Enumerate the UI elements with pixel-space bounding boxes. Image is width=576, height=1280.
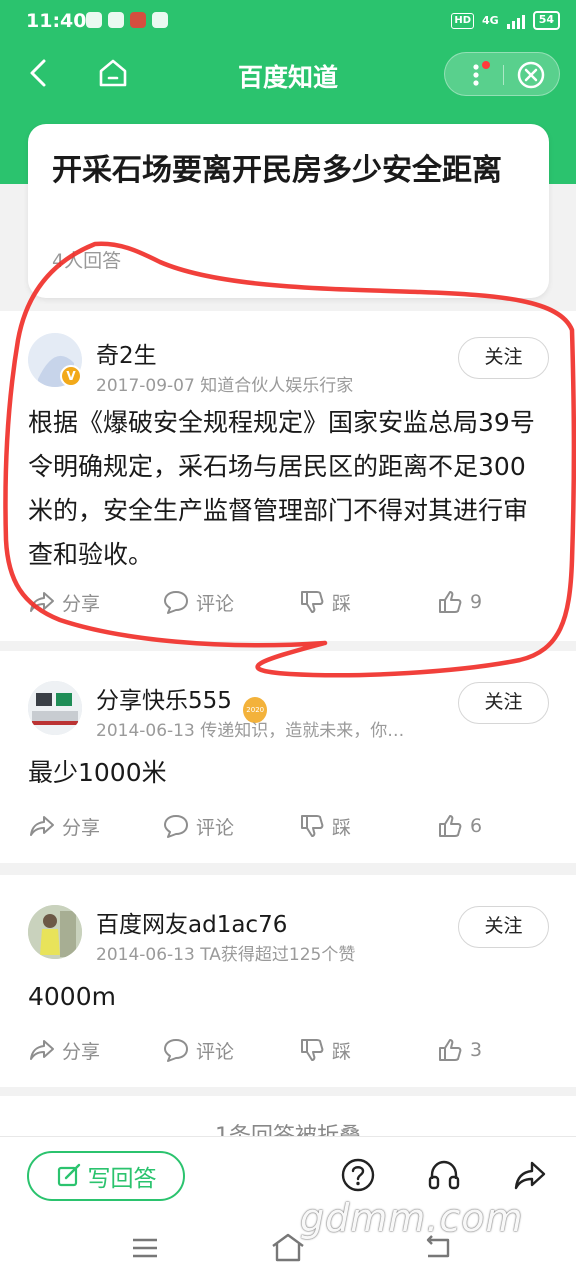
question-card: 开采石场要离开民房多少安全距离 4人回答 [28, 124, 549, 298]
help-icon[interactable] [340, 1157, 376, 1193]
status-notification-icons [86, 12, 168, 28]
thumbs-up-icon [439, 815, 462, 837]
more-vertical-icon[interactable] [445, 53, 503, 97]
dislike-action[interactable]: 踩 [298, 809, 351, 843]
mini-program-capsule [444, 52, 560, 96]
comment-label: 评论 [196, 592, 235, 615]
battery-icon: 54 [532, 11, 560, 30]
like-count: 3 [470, 1039, 483, 1061]
watermark: gdmm.com [300, 1196, 524, 1240]
follow-button[interactable]: 关注 [458, 337, 549, 379]
status-indicators: HD 4G 54 [451, 11, 560, 30]
share-action[interactable]: 分享 [28, 585, 100, 619]
share-icon [30, 1040, 54, 1060]
answer-username[interactable]: 百度网友ad1ac76 [96, 905, 287, 939]
edit-icon [57, 1163, 80, 1187]
share-icon [30, 816, 54, 836]
thumbs-down-icon [301, 591, 324, 613]
comment-action[interactable]: 评论 [162, 809, 234, 843]
follow-button[interactable]: 关注 [458, 906, 549, 948]
share-label: 分享 [62, 1040, 101, 1063]
answer-meta: 2017-09-07 知道合伙人娱乐行家 [96, 376, 354, 396]
app-header: 百度知道 [0, 44, 576, 106]
share-action[interactable]: 分享 [28, 1033, 100, 1067]
answer-content: 根据《爆破安全规程规定》国家安监总局39号令明确规定，采石场与居民区的距离不足3… [28, 408, 535, 569]
comment-icon [164, 591, 188, 614]
app-notification-icon [108, 12, 124, 28]
battery-level: 54 [538, 13, 554, 26]
avatar[interactable] [28, 681, 82, 735]
share-label: 分享 [62, 592, 101, 615]
status-bar: 11:40 HD 4G 54 [0, 0, 576, 44]
comment-label: 评论 [196, 816, 235, 839]
folded-answers-text: 1条回答被折叠 [0, 1118, 576, 1136]
avatar[interactable] [28, 905, 82, 959]
answer-actions: 分享 评论 踩 3 [0, 1033, 576, 1067]
answer-content: 最少1000米 [28, 758, 167, 787]
status-time: 11:40 [26, 10, 87, 32]
app-notification-icon [86, 12, 102, 28]
share-label: 分享 [62, 816, 101, 839]
menu-icon[interactable] [127, 1230, 163, 1266]
write-answer-button[interactable]: 写回答 [27, 1151, 185, 1201]
user-avatar-image [28, 905, 82, 959]
answer-content: 4000m [28, 982, 116, 1011]
share-action[interactable]: 分享 [28, 809, 100, 843]
answer-count: 4人回答 [52, 250, 122, 272]
medal-year: 2020 [246, 706, 265, 714]
like-count: 6 [470, 815, 483, 837]
write-answer-label: 写回答 [87, 1166, 157, 1192]
signal-icon [506, 13, 525, 29]
notification-dot [482, 61, 490, 69]
answer-username[interactable]: 奇2生 [96, 336, 157, 370]
folded-answers-bar[interactable]: 1条回答被折叠 [0, 1096, 576, 1136]
comment-icon [164, 1039, 188, 1062]
answer-card: 分享快乐555 2020 2014-06-13 传递知识，造就未来，你… 关注 … [0, 651, 576, 863]
thumbs-up-icon [439, 1039, 462, 1061]
follow-button[interactable]: 关注 [458, 682, 549, 724]
comment-action[interactable]: 评论 [162, 585, 234, 619]
thumbs-down-icon [301, 815, 324, 837]
answer-meta: 2014-06-13 TA获得超过125个赞 [96, 945, 356, 965]
comment-icon [164, 815, 188, 838]
dislike-label: 踩 [332, 816, 352, 839]
wechat-icon [152, 12, 168, 28]
answer-meta: 2014-06-13 传递知识，造就未来，你… [96, 721, 405, 741]
share-icon [30, 592, 54, 612]
dislike-action[interactable]: 踩 [298, 585, 351, 619]
dislike-label: 踩 [332, 1040, 352, 1063]
thumbs-up-icon [439, 591, 462, 613]
dislike-label: 踩 [332, 592, 352, 615]
headphones-icon[interactable] [426, 1157, 462, 1193]
answer-actions: 分享 评论 踩 6 [0, 809, 576, 843]
network-label: 4G [482, 14, 499, 27]
thumbs-down-icon [301, 1039, 324, 1061]
like-action[interactable]: 6 [436, 809, 482, 843]
answer-username-text: 分享快乐555 [96, 688, 232, 714]
comment-label: 评论 [196, 1040, 235, 1063]
question-title: 开采石场要离开民房多少安全距离 [52, 153, 502, 188]
verified-badge-icon: V [60, 365, 82, 387]
answer-actions: 分享 评论 踩 9 [0, 585, 576, 619]
hd-badge: HD [451, 12, 474, 29]
like-action[interactable]: 3 [436, 1033, 482, 1067]
close-circle-icon[interactable] [504, 53, 561, 97]
app-notification-icon [130, 12, 146, 28]
answer-card: 百度网友ad1ac76 2014-06-13 TA获得超过125个赞 关注 40… [0, 875, 576, 1087]
user-avatar-image [28, 681, 82, 735]
comment-action[interactable]: 评论 [162, 1033, 234, 1067]
like-count: 9 [470, 591, 483, 613]
dislike-action[interactable]: 踩 [298, 1033, 351, 1067]
share-icon[interactable] [512, 1157, 548, 1193]
answer-card: V 奇2生 2017-09-07 知道合伙人娱乐行家 关注 根据《爆破安全规程规… [0, 311, 576, 641]
like-action[interactable]: 9 [436, 585, 482, 619]
